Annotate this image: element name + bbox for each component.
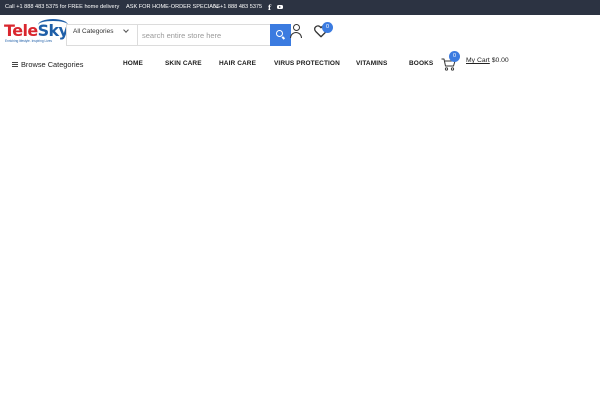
browse-categories-button[interactable]: Browse Categories xyxy=(12,60,83,69)
phone-link[interactable]: +1 888 483 5375 xyxy=(214,4,262,10)
youtube-icon[interactable] xyxy=(277,4,283,9)
top-bar: Call +1 888 483 5375 for FREE home deliv… xyxy=(0,0,600,15)
nav-virus-protection[interactable]: VIRUS PROTECTION xyxy=(274,60,340,67)
facebook-icon[interactable]: f xyxy=(268,3,271,12)
nav-hair-care[interactable]: HAIR CARE xyxy=(219,60,256,67)
search-bar: All Categories xyxy=(66,24,291,46)
mini-cart-link[interactable]: My Cart $0.00 xyxy=(466,57,509,64)
cart-amount: $0.00 xyxy=(491,57,509,64)
cart-label: My Cart xyxy=(466,57,490,64)
phone-number: +1 888 483 5375 xyxy=(220,4,263,10)
delivery-text: Call +1 888 483 5375 for FREE home deliv… xyxy=(5,4,120,10)
nav-home[interactable]: HOME xyxy=(123,60,143,67)
wishlist-count-badge: 0 xyxy=(322,22,333,33)
nav-skin-care[interactable]: SKIN CARE xyxy=(165,60,202,67)
site-logo[interactable]: TeleSky Enriching lifestyle. Inspiring L… xyxy=(4,19,69,47)
specials-text: ASK FOR HOME-ORDER SPECIALS xyxy=(126,4,220,10)
search-icon xyxy=(276,30,283,37)
search-button[interactable] xyxy=(270,24,291,46)
logo-tagline: Enriching lifestyle. Inspiring Lives xyxy=(5,39,52,43)
browse-categories-label: Browse Categories xyxy=(21,60,84,69)
phone-icon xyxy=(214,4,218,8)
logo-wordmark: TeleSky xyxy=(4,21,69,40)
cart-count-badge: 0 xyxy=(449,51,460,62)
account-icon[interactable] xyxy=(289,24,303,38)
nav-books[interactable]: BOOKS xyxy=(409,60,433,67)
menu-icon xyxy=(12,62,18,67)
category-select[interactable]: All Categories xyxy=(67,25,138,45)
chevron-down-icon xyxy=(123,27,129,33)
category-selected: All Categories xyxy=(73,28,114,35)
search-input[interactable] xyxy=(139,25,271,45)
nav-vitamins[interactable]: VITAMINS xyxy=(356,60,387,67)
